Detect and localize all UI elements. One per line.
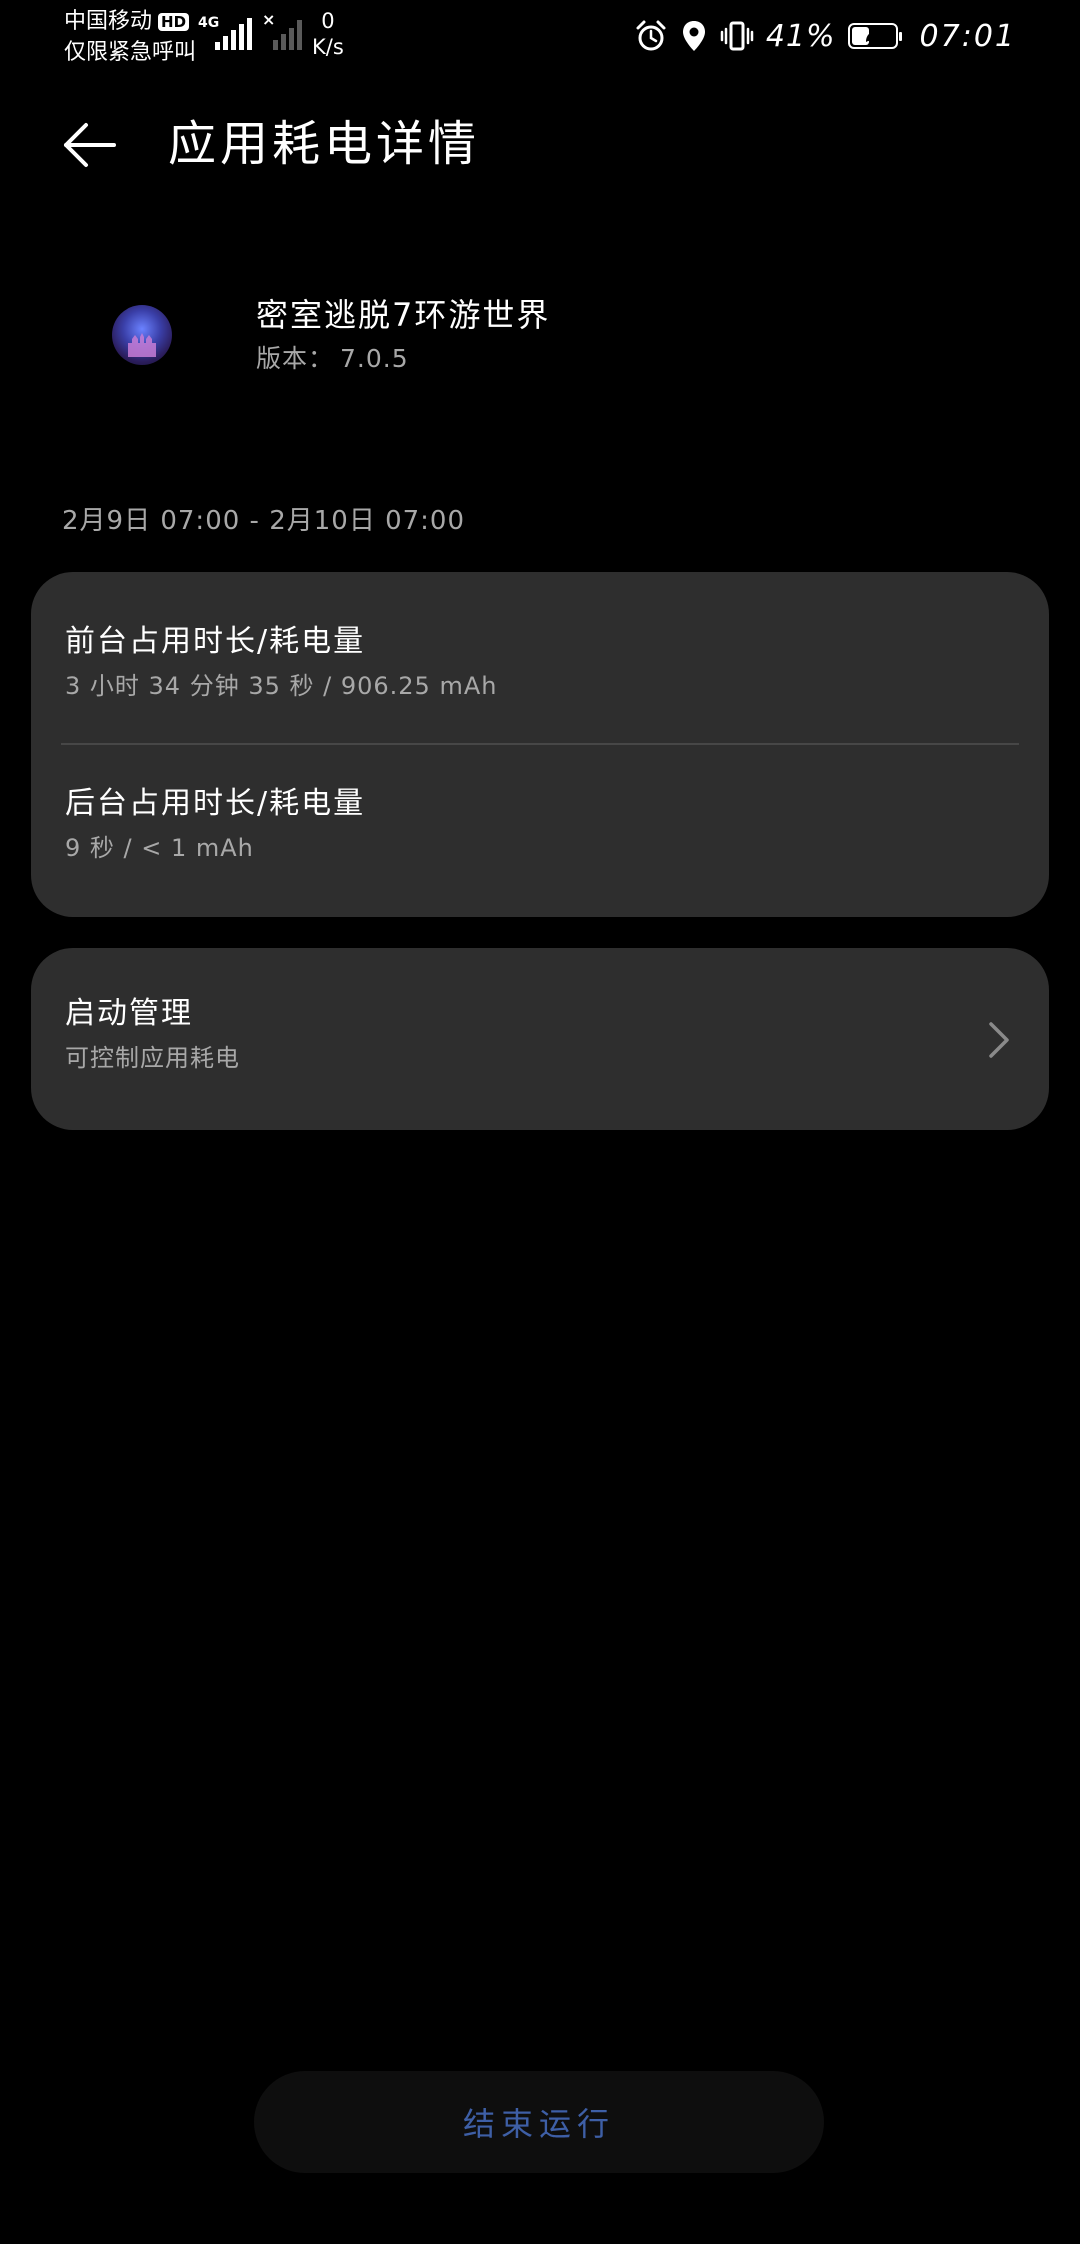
version-value: 7.0.5 [340, 344, 409, 373]
app-version: 版本： 7.0.5 [256, 342, 409, 376]
background-usage-title: 后台占用时长/耗电量 [65, 786, 366, 821]
carrier-info: 中国移动 HD 仅限紧急呼叫 [64, 6, 196, 68]
status-bar: 中国移动 HD 仅限紧急呼叫 4G × 0 K/s 41% 07:01 [0, 0, 1080, 72]
background-usage-row: 后台占用时长/耗电量 9 秒 / < 1 mAh [65, 784, 1015, 864]
app-icon [112, 305, 172, 365]
stop-running-button[interactable]: 结束运行 [254, 2071, 824, 2173]
page-title: 应用耗电详情 [168, 116, 481, 172]
background-usage-value: 9 秒 / < 1 mAh [65, 834, 254, 862]
back-button[interactable] [60, 118, 120, 172]
foreground-usage-row: 前台占用时长/耗电量 3 小时 34 分钟 35 秒 / 906.25 mAh [65, 622, 1015, 702]
version-label: 版本： [256, 344, 335, 373]
back-arrow-icon [64, 123, 116, 167]
divider [61, 743, 1019, 745]
signal-no-service-icon: × [262, 10, 302, 50]
foreground-usage-title: 前台占用时长/耗电量 [65, 624, 366, 659]
location-icon [682, 21, 705, 51]
carrier-name: 中国移动 [64, 9, 153, 34]
hd-badge: HD [158, 12, 190, 31]
app-name: 密室逃脱7环游世界 [256, 296, 551, 334]
launch-management-item[interactable]: 启动管理 可控制应用耗电 [31, 948, 1049, 1130]
castle-icon [128, 333, 156, 357]
signal-indicators: 4G × [198, 10, 302, 50]
network-speed: 0 K/s [312, 8, 344, 60]
alarm-icon [636, 20, 666, 51]
chevron-right-icon [989, 1022, 1009, 1058]
app-info: 密室逃脱7环游世界 版本： 7.0.5 [0, 280, 1080, 400]
network-speed-unit: K/s [312, 35, 344, 59]
vibrate-icon [720, 21, 754, 51]
launch-management-title: 启动管理 [65, 996, 193, 1031]
leaf-icon [865, 30, 880, 42]
battery-percent: 41% [765, 18, 836, 54]
battery-icon [847, 23, 902, 49]
header: 应用耗电详情 [0, 100, 1080, 190]
stop-running-label: 结束运行 [462, 2105, 615, 2143]
status-right: 41% 07:01 [634, 14, 1016, 58]
launch-management-subtitle: 可控制应用耗电 [65, 1044, 240, 1072]
clock: 07:01 [919, 18, 1016, 54]
usage-card: 前台占用时长/耗电量 3 小时 34 分钟 35 秒 / 906.25 mAh … [31, 572, 1049, 917]
emergency-text: 仅限紧急呼叫 [64, 40, 197, 65]
network-speed-value: 0 [321, 9, 335, 33]
foreground-usage-value: 3 小时 34 分钟 35 秒 / 906.25 mAh [65, 672, 498, 700]
signal-4g-icon: 4G [198, 14, 252, 50]
date-range: 2月9日 07:00 - 2月10日 07:00 [62, 506, 466, 536]
launch-management-text: 启动管理 可控制应用耗电 [65, 994, 939, 1074]
